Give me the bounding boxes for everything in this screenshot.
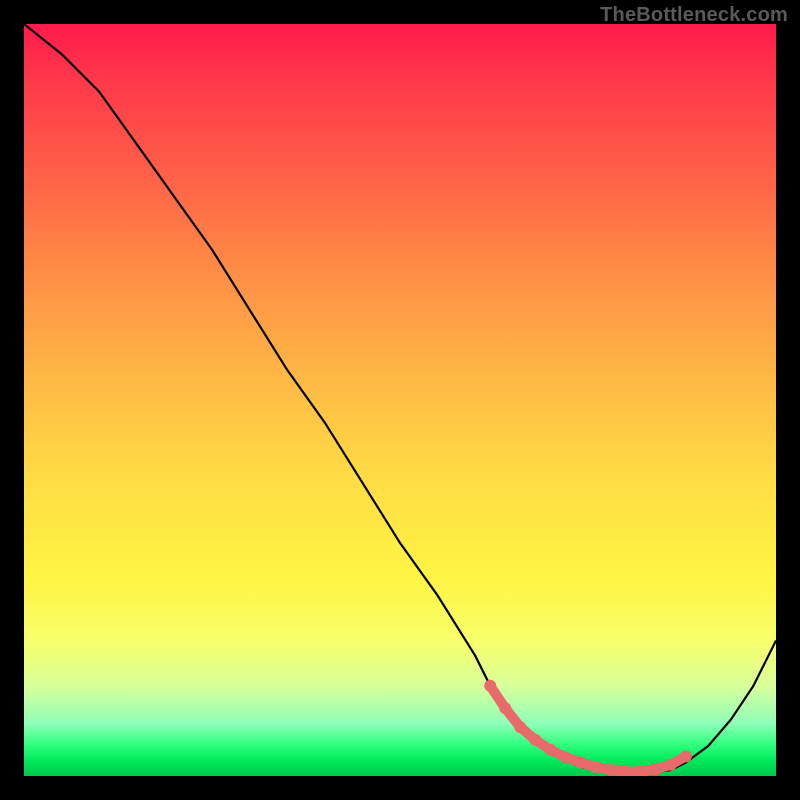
- highlight-dot: [650, 763, 662, 775]
- optimal-range-dots: [484, 680, 692, 776]
- highlight-dot: [499, 702, 511, 714]
- highlight-dot: [680, 750, 692, 762]
- highlight-dot: [590, 761, 602, 773]
- highlight-dot: [605, 764, 617, 776]
- chart-frame: TheBottleneck.com: [0, 0, 800, 800]
- highlight-dot: [575, 757, 587, 769]
- highlight-dot: [665, 759, 677, 771]
- bottleneck-curve: [24, 24, 776, 773]
- highlight-dot: [559, 751, 571, 763]
- curve-layer: [24, 24, 776, 776]
- attribution-label: TheBottleneck.com: [600, 4, 788, 27]
- highlight-dot: [514, 721, 526, 733]
- highlight-dot: [529, 734, 541, 746]
- highlight-dot: [544, 744, 556, 756]
- plot-area: [24, 24, 776, 776]
- curve-line: [24, 24, 776, 773]
- highlight-dot: [484, 680, 496, 692]
